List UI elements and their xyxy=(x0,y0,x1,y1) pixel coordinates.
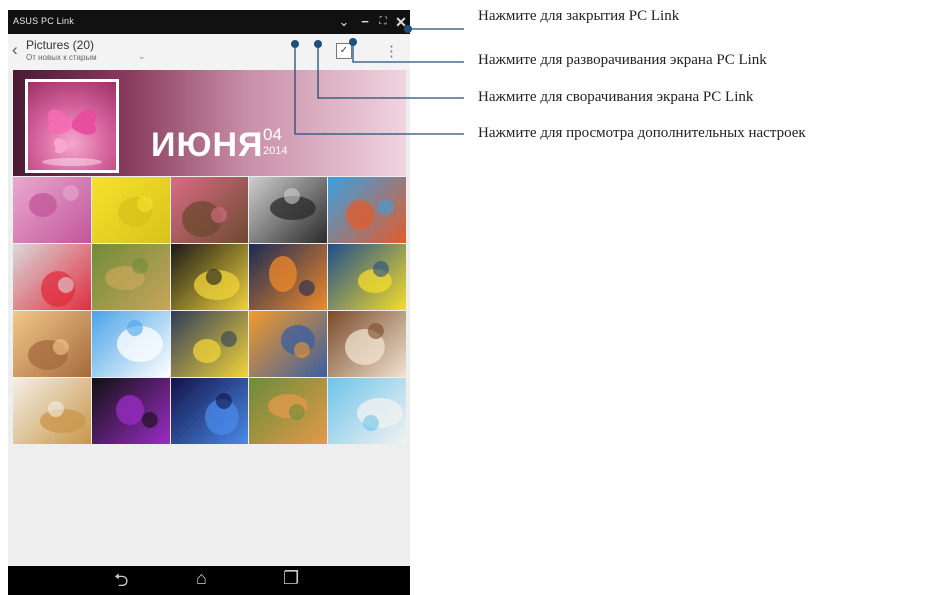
close-icon[interactable]: ✕ xyxy=(392,12,410,32)
photo-thumbnail-seaside[interactable] xyxy=(328,378,406,444)
callout-maximize: Нажмите для разворачивания экрана PC Lin… xyxy=(478,52,767,68)
app-title: ASUS PC Link xyxy=(13,16,74,26)
navigation-bar: ⮌ ⌂ ❐ xyxy=(8,566,410,595)
recent-apps-icon[interactable]: ❐ xyxy=(283,568,299,589)
callout-close: Нажмите для закрытия PC Link xyxy=(478,8,680,24)
photo-thumbnail-night-park[interactable] xyxy=(249,244,328,310)
banner-day: 04 xyxy=(263,125,282,144)
banner-month: ИЮНЯ xyxy=(151,126,264,164)
action-bar: ‹ Pictures (20) От новых к старым ⌄ ✓ ⋮ xyxy=(8,34,410,70)
photo-grid xyxy=(13,177,406,444)
photo-thumbnail-clock[interactable] xyxy=(249,177,328,243)
device-screen: ‹ Pictures (20) От новых к старым ⌄ ✓ ⋮ … xyxy=(8,34,410,566)
photo-thumbnail-eiffel-tower[interactable] xyxy=(13,311,91,377)
select-checkbox-icon[interactable]: ✓ xyxy=(336,43,352,59)
photo-thumbnail-fireworks[interactable] xyxy=(170,378,249,444)
photo-thumbnail-minions-cartoon[interactable] xyxy=(170,311,249,377)
collapse-icon[interactable]: ⌄ xyxy=(335,12,353,32)
photo-thumbnail-color-bottles[interactable] xyxy=(91,378,170,444)
photo-thumbnail-banana-logo[interactable] xyxy=(328,244,406,310)
photo-thumbnail-spongebob[interactable] xyxy=(91,177,170,243)
callout-marker-dot xyxy=(291,40,299,48)
home-icon[interactable]: ⌂ xyxy=(196,568,207,589)
back-icon[interactable]: ⮌ xyxy=(114,568,128,595)
banner-year: 2014 xyxy=(263,145,288,157)
callout-settings: Нажмите для просмотра дополнительных нас… xyxy=(478,125,806,141)
date-banner: ИЮНЯ 04 2014 xyxy=(13,70,406,176)
callout-marker-dot xyxy=(314,40,322,48)
photo-thumbnail-olaf[interactable] xyxy=(91,311,170,377)
photo-thumbnail-cupcakes[interactable] xyxy=(170,177,249,243)
back-chevron-icon[interactable]: ‹ xyxy=(12,40,18,60)
banner-thumbnail[interactable] xyxy=(25,79,119,173)
photo-thumbnail-minion-sunset[interactable] xyxy=(249,311,328,377)
window-titlebar: ASUS PC Link ⌄ − ⛶ ✕ xyxy=(8,10,410,34)
callout-minimize: Нажмите для сворачивания экрана PC Link xyxy=(478,89,754,105)
album-title: Pictures (20) xyxy=(26,38,95,52)
maximize-icon[interactable]: ⛶ xyxy=(374,12,392,32)
chevron-down-icon[interactable]: ⌄ xyxy=(138,51,146,62)
photo-thumbnail-puppy[interactable] xyxy=(13,378,91,444)
pc-link-window: ASUS PC Link ⌄ − ⛶ ✕ ‹ Pictures (20) От … xyxy=(8,10,410,595)
minimize-icon[interactable]: − xyxy=(356,12,374,32)
photo-thumbnail-minion-dark[interactable] xyxy=(170,244,249,310)
overflow-menu-icon[interactable]: ⋮ xyxy=(384,42,399,60)
photo-thumbnail-pink-butterflies[interactable] xyxy=(13,177,91,243)
photo-thumbnail-heart-coffee[interactable] xyxy=(328,311,406,377)
photo-thumbnail-autumn-alley[interactable] xyxy=(91,244,170,310)
photo-thumbnail-kitten[interactable] xyxy=(249,378,328,444)
photo-thumbnail-red-butterfly-stones[interactable] xyxy=(13,244,91,310)
photo-thumbnail-hot-air-balloon[interactable] xyxy=(328,177,406,243)
sort-order-label[interactable]: От новых к старым xyxy=(26,53,97,62)
